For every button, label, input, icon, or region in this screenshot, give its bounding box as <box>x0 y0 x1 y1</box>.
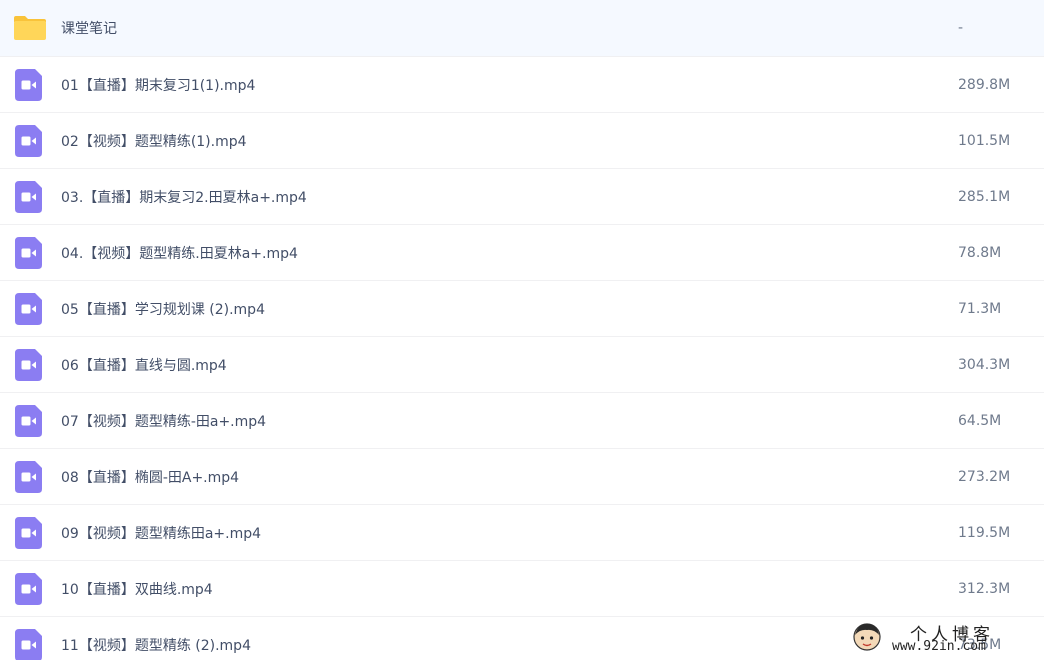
file-size: 273.2M <box>958 468 1011 485</box>
video-file-icon <box>14 516 46 549</box>
video-file-icon <box>14 292 46 325</box>
file-size: 119.5M <box>958 524 1011 541</box>
file-size: 71.3M <box>958 300 1002 317</box>
file-size: 289.8M <box>958 76 1011 93</box>
file-name[interactable]: 11【视频】题型精练 (2).mp4 <box>61 635 251 655</box>
file-row[interactable]: 01【直播】期末复习1(1).mp4 289.8M <box>0 57 1044 113</box>
file-name[interactable]: 04.【视频】题型精练.田夏林a+.mp4 <box>61 243 298 263</box>
video-file-icon <box>14 180 46 213</box>
file-row[interactable]: 08【直播】椭圆-田A+.mp4 273.2M <box>0 449 1044 505</box>
file-name[interactable]: 课堂笔记 <box>61 18 117 38</box>
video-file-icon <box>14 404 46 437</box>
folder-row[interactable]: 课堂笔记 - <box>0 0 1044 57</box>
file-name[interactable]: 07【视频】题型精练-田a+.mp4 <box>61 411 266 431</box>
file-size: 78.8M <box>958 244 1002 261</box>
file-size: 304.3M <box>958 356 1011 373</box>
file-row[interactable]: 07【视频】题型精练-田a+.mp4 64.5M <box>0 393 1044 449</box>
file-row[interactable]: 11【视频】题型精练 (2).mp4 73.5M <box>0 617 1044 660</box>
file-size: 64.5M <box>958 412 1002 429</box>
file-name[interactable]: 02【视频】题型精练(1).mp4 <box>61 131 247 151</box>
file-name[interactable]: 01【直播】期末复习1(1).mp4 <box>61 75 255 95</box>
file-name[interactable]: 03.【直播】期末复习2.田夏林a+.mp4 <box>61 187 307 207</box>
video-file-icon <box>14 68 46 101</box>
file-row[interactable]: 09【视频】题型精练田a+.mp4 119.5M <box>0 505 1044 561</box>
video-file-icon <box>14 348 46 381</box>
video-file-icon <box>14 236 46 269</box>
file-size: 312.3M <box>958 580 1011 597</box>
video-file-icon <box>14 572 46 605</box>
file-name[interactable]: 05【直播】学习规划课 (2).mp4 <box>61 299 265 319</box>
file-size: 285.1M <box>958 188 1011 205</box>
file-row[interactable]: 02【视频】题型精练(1).mp4 101.5M <box>0 113 1044 169</box>
file-row[interactable]: 05【直播】学习规划课 (2).mp4 71.3M <box>0 281 1044 337</box>
folder-icon <box>14 12 46 44</box>
file-name[interactable]: 08【直播】椭圆-田A+.mp4 <box>61 467 239 487</box>
video-file-icon <box>14 460 46 493</box>
file-name[interactable]: 10【直播】双曲线.mp4 <box>61 579 213 599</box>
file-size: - <box>958 20 964 36</box>
file-size: 73.5M <box>958 636 1002 653</box>
file-row[interactable]: 10【直播】双曲线.mp4 312.3M <box>0 561 1044 617</box>
file-size: 101.5M <box>958 132 1011 149</box>
file-row[interactable]: 04.【视频】题型精练.田夏林a+.mp4 78.8M <box>0 225 1044 281</box>
video-file-icon <box>14 628 46 660</box>
file-row[interactable]: 06【直播】直线与圆.mp4 304.3M <box>0 337 1044 393</box>
file-row[interactable]: 03.【直播】期末复习2.田夏林a+.mp4 285.1M <box>0 169 1044 225</box>
file-name[interactable]: 09【视频】题型精练田a+.mp4 <box>61 523 261 543</box>
video-file-icon <box>14 124 46 157</box>
file-list: 课堂笔记 - 01【直播】期末复习1(1).mp4 289.8M 02【视频】题型精练(… <box>0 0 1044 660</box>
file-name[interactable]: 06【直播】直线与圆.mp4 <box>61 355 227 375</box>
